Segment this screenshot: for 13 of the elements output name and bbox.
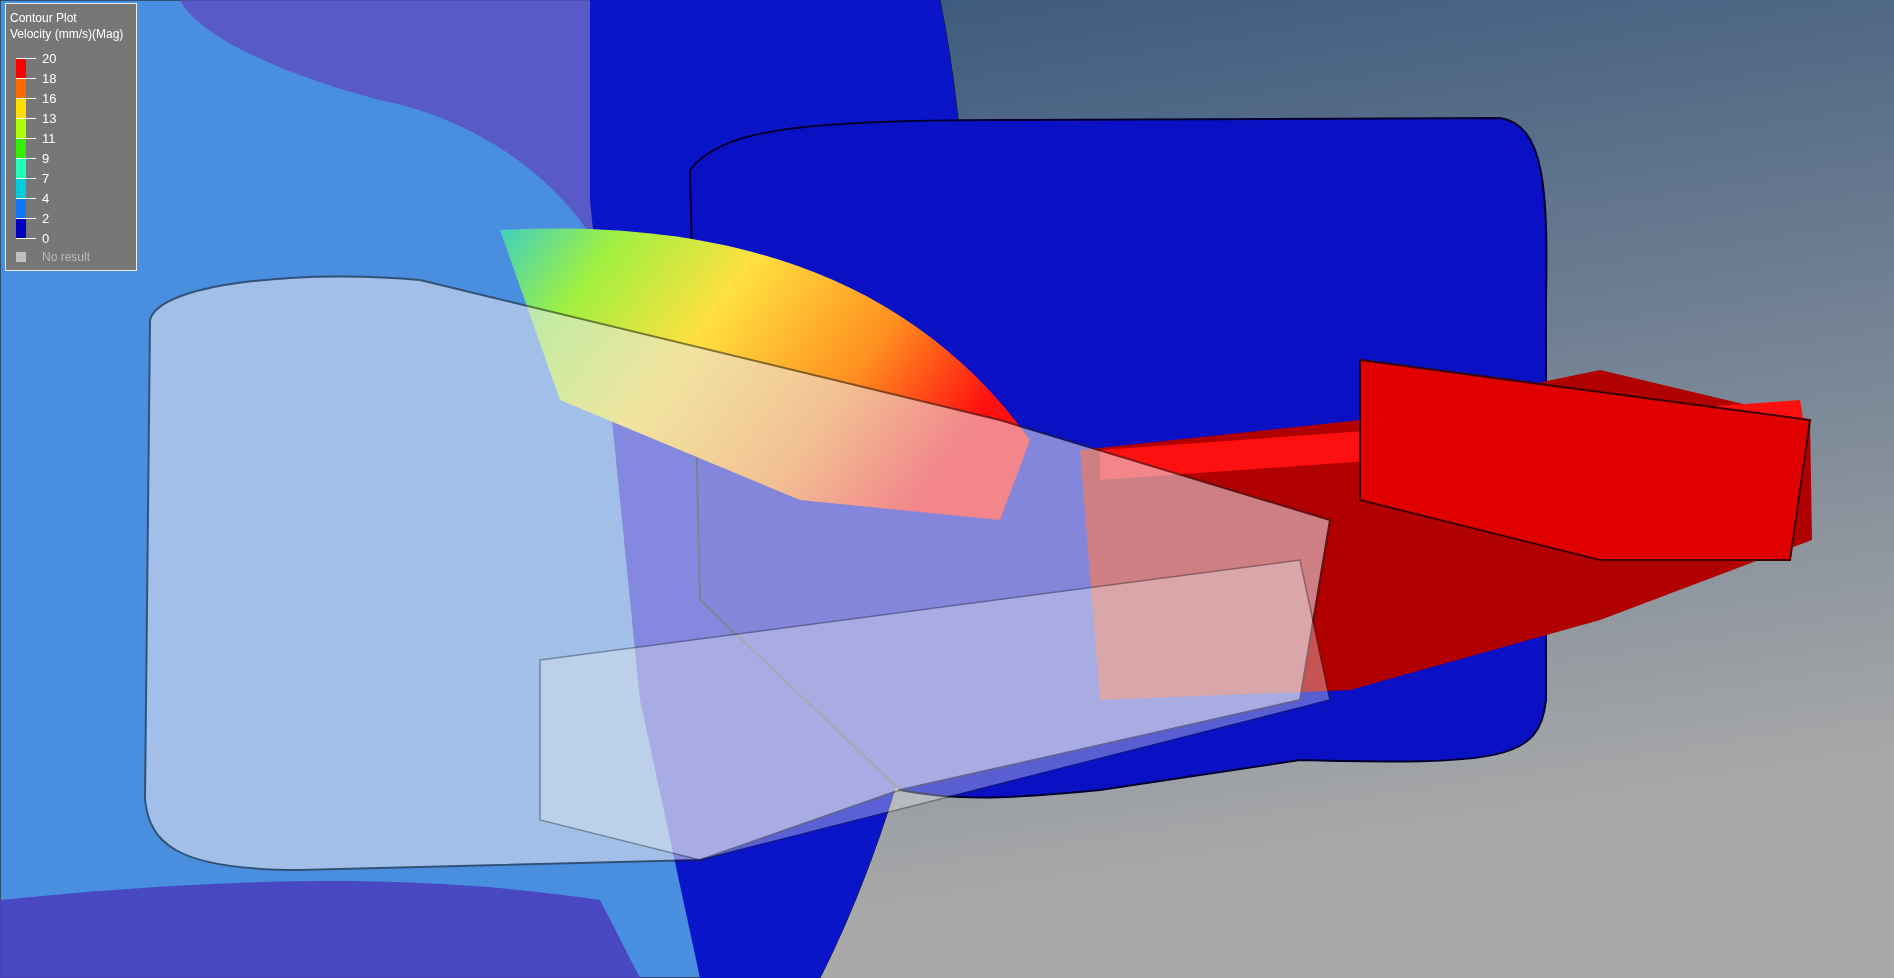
legend-subtitle: Velocity (mm/s)(Mag)	[10, 26, 125, 42]
scale-value: 7	[42, 170, 50, 186]
scale-value: 13	[42, 110, 57, 126]
scale-value: 0	[42, 230, 50, 246]
scale-value: 2	[42, 210, 50, 226]
scale-value: 20	[42, 50, 57, 66]
scale-value: 18	[42, 70, 57, 86]
scale-value: 9	[42, 150, 50, 166]
no-result-label: No result	[42, 250, 91, 264]
legend-title: Contour Plot	[10, 10, 78, 26]
scale-value: 11	[42, 130, 56, 146]
scale-value: 16	[42, 90, 57, 106]
scale-value: 4	[42, 190, 50, 206]
